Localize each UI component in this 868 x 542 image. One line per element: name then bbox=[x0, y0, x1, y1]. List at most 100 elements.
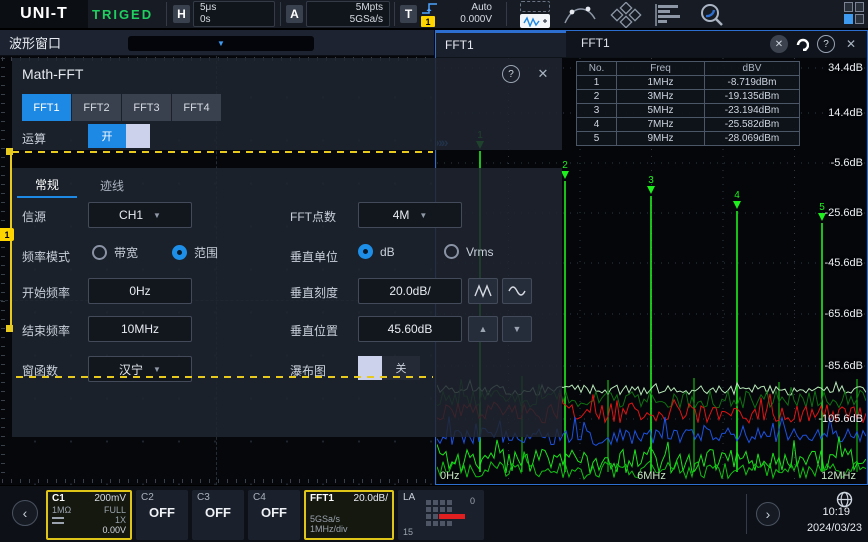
trigger-values[interactable]: Auto 0.000V bbox=[438, 1, 498, 27]
acquire-values[interactable]: 5Mpts 5GSa/s bbox=[306, 1, 390, 27]
c1-probe: 1X bbox=[115, 515, 126, 525]
table-cell: 2 bbox=[577, 90, 617, 104]
help-icon[interactable]: ? bbox=[817, 35, 835, 53]
radio-bandwidth[interactable]: 带宽 bbox=[92, 244, 138, 261]
horizontal-chip[interactable]: H bbox=[173, 5, 190, 23]
fft-points-select[interactable]: 4M▼ bbox=[358, 202, 462, 228]
c1-impedance: 1MΩ bbox=[52, 505, 71, 515]
fft-hdiv: 1MHz/div bbox=[306, 524, 392, 534]
end-freq-label: 结束频率 bbox=[22, 322, 70, 339]
tab-fft3[interactable]: FFT3 bbox=[122, 94, 171, 121]
table-header: No. bbox=[577, 62, 617, 76]
table-cell: 1 bbox=[577, 76, 617, 90]
search-icon[interactable] bbox=[694, 2, 730, 28]
radio-circle bbox=[358, 244, 373, 259]
math-fft-dialog-body-card: 常规 迹线 信源 CH1▼ FFT点数 4M▼ 频率模式 带宽 范围 垂直单位 … bbox=[12, 168, 562, 437]
channel-c4-box[interactable]: C4 OFF bbox=[248, 490, 300, 540]
c1-bandwidth: FULL bbox=[104, 505, 126, 515]
table-cell: -28.069dBm bbox=[705, 132, 800, 146]
measure-ab-icon[interactable] bbox=[562, 2, 598, 28]
fft-window-tab[interactable]: FFT1 bbox=[436, 31, 566, 57]
detach-window-icon[interactable] bbox=[793, 35, 811, 53]
y-axis-label: -45.6dB bbox=[824, 257, 863, 269]
close-window-icon[interactable]: ✕ bbox=[842, 35, 860, 53]
ch1-trace-top bbox=[12, 151, 433, 153]
vscale-coarse-button[interactable] bbox=[468, 278, 498, 304]
vpos-input[interactable]: 45.60dB bbox=[358, 316, 462, 342]
select-tool-icon[interactable] bbox=[520, 1, 550, 12]
channel-c2-box[interactable]: C2 OFF bbox=[136, 490, 188, 540]
ruler-ticks-left bbox=[1, 58, 5, 478]
dialog-close-icon[interactable]: ✕ bbox=[534, 65, 552, 83]
radio-label: Vrms bbox=[466, 245, 494, 259]
histogram-icon[interactable] bbox=[652, 2, 684, 28]
vpos-label: 垂直位置 bbox=[290, 322, 338, 339]
fft1-status-box[interactable]: FFT1 20.0dB/ 5GSa/s 1MHz/div bbox=[304, 490, 394, 540]
tab-fft1[interactable]: FFT1 bbox=[22, 94, 71, 121]
ch1-position-badge[interactable]: 1 bbox=[0, 228, 14, 241]
la-grid bbox=[426, 500, 452, 526]
h-scale: 5μs bbox=[200, 2, 268, 14]
vscale-fine-button[interactable] bbox=[502, 278, 532, 304]
end-freq-input[interactable]: 10MHz bbox=[88, 316, 192, 342]
trigger-slope-icon bbox=[421, 2, 439, 15]
table-row: 23MHz-19.135dBm bbox=[577, 90, 800, 104]
ch1-trace-marker bbox=[6, 325, 13, 332]
table-cell: 1MHz bbox=[617, 76, 705, 90]
table-row: 11MHz-8.719dBm bbox=[577, 76, 800, 90]
table-row: 59MHz-28.069dBm bbox=[577, 132, 800, 146]
x-axis-label: 0Hz bbox=[440, 470, 460, 482]
fft-window-tabbar: FFT1 FFT1 ✕ ? ✕ bbox=[436, 31, 867, 57]
top-status-bar: UNI-T TRIGED H 5μs 0s A 5Mpts 5GSa/s T 1… bbox=[0, 0, 868, 30]
acq-memory: 5Mpts bbox=[356, 2, 383, 14]
table-row: 47MHz-25.582dBm bbox=[577, 118, 800, 132]
vpos-up-button[interactable]: ▲ bbox=[468, 316, 498, 342]
la-status-box[interactable]: LA 0 15 bbox=[398, 490, 484, 540]
table-cell: 9MHz bbox=[617, 132, 705, 146]
trigger-status: TRIGED bbox=[92, 0, 153, 28]
table-cell: 7MHz bbox=[617, 118, 705, 132]
source-select[interactable]: CH1▼ bbox=[88, 202, 192, 228]
bottom-channel-bar: ‹ C1 200mV 1MΩ FULL 1X 0.00V C2 OFF bbox=[0, 485, 868, 542]
horizontal-values[interactable]: 5μs 0s bbox=[193, 1, 275, 27]
clock-time: 10:19 bbox=[822, 506, 850, 518]
y-axis-label: -85.6dB bbox=[824, 360, 863, 372]
trig-mode: Auto bbox=[471, 2, 492, 14]
expand-right-button[interactable]: › bbox=[756, 502, 780, 526]
tab-general[interactable]: 常规 bbox=[17, 172, 77, 198]
trigger-chip[interactable]: T bbox=[400, 5, 417, 23]
vpos-down-button[interactable]: ▼ bbox=[502, 316, 532, 342]
divider bbox=[746, 494, 747, 534]
radio-label: 范围 bbox=[194, 244, 218, 261]
radio-circle bbox=[444, 244, 459, 259]
tab-trace[interactable]: 迹线 bbox=[82, 172, 142, 198]
acquire-chip[interactable]: A bbox=[286, 5, 303, 23]
la-name: LA bbox=[398, 490, 420, 505]
toggle-on-label: 开 bbox=[88, 124, 126, 148]
channel-c3-box[interactable]: C3 OFF bbox=[192, 490, 244, 540]
chevron-down-icon: ▼ bbox=[419, 211, 427, 220]
radio-vrms[interactable]: Vrms bbox=[444, 244, 494, 259]
xy-mode-icon[interactable] bbox=[608, 2, 644, 28]
la-count-bottom: 15 bbox=[403, 527, 413, 537]
toggle-knob bbox=[126, 124, 150, 148]
window-func-select[interactable]: 汉宁▼ bbox=[88, 356, 192, 382]
collapse-left-button[interactable]: ‹ bbox=[12, 500, 38, 526]
start-freq-input[interactable]: 0Hz bbox=[88, 278, 192, 304]
radio-db[interactable]: dB bbox=[358, 244, 395, 259]
table-cell: -8.719dBm bbox=[705, 76, 800, 90]
radio-range[interactable]: 范围 bbox=[172, 244, 218, 261]
window-dropdown-handle[interactable]: ▼ bbox=[128, 36, 314, 51]
channel-c1-box[interactable]: C1 200mV 1MΩ FULL 1X 0.00V bbox=[46, 490, 132, 540]
clear-icon[interactable]: ✕ bbox=[770, 35, 788, 53]
table-row: 35MHz-23.194dBm bbox=[577, 104, 800, 118]
table-cell: 4 bbox=[577, 118, 617, 132]
tab-fft2[interactable]: FFT2 bbox=[72, 94, 121, 121]
tab-fft4[interactable]: FFT4 bbox=[172, 94, 221, 121]
divider bbox=[166, 2, 167, 26]
waveform-move-icon[interactable] bbox=[520, 14, 550, 28]
operation-toggle[interactable]: 开 bbox=[88, 124, 150, 148]
dialog-help-icon[interactable]: ? bbox=[502, 65, 520, 83]
vscale-input[interactable]: 20.0dB/ bbox=[358, 278, 462, 304]
layout-grid-icon[interactable] bbox=[844, 2, 866, 27]
